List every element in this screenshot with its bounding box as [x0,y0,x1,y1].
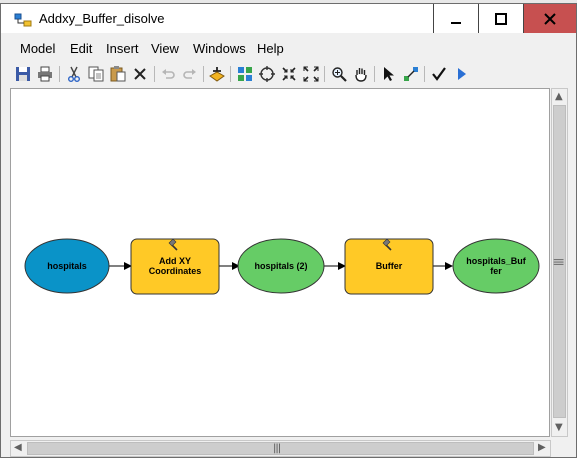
model-canvas[interactable]: hospitals Add XY Coordinates hospitals (… [10,88,550,437]
node-add-xy-label-line1: Add XY [159,256,191,266]
scroll-left-icon[interactable]: ◀ [14,442,22,453]
toolbar-separator [230,66,231,82]
auto-layout-button[interactable] [235,64,255,84]
minimize-icon [451,21,461,24]
maximize-icon [495,12,507,25]
select-icon [384,67,394,81]
toolbar [1,62,576,86]
undo-button[interactable] [158,64,178,84]
zoom-in-fixed-icon [282,67,296,81]
toolbar-separator [374,66,375,82]
scroll-down-icon[interactable]: ▼ [555,422,563,433]
zoom-button[interactable] [329,64,349,84]
vertical-scroll-thumb[interactable]: ||| [553,105,566,418]
full-extent-icon [259,66,275,82]
print-icon [38,66,52,82]
copy-button[interactable] [86,64,106,84]
print-button[interactable] [35,64,55,84]
validate-button[interactable] [429,64,449,84]
horizontal-scrollbar[interactable]: ◀ ||| ▶ [10,440,551,457]
model-builder-icon [14,13,32,27]
zoom-out-fixed-button[interactable] [301,64,321,84]
minimize-button[interactable] [433,4,478,33]
paste-icon [110,66,126,82]
zoom-in-fixed-button[interactable] [279,64,299,84]
cut-button[interactable] [64,64,84,84]
save-icon [16,67,30,81]
undo-icon [162,69,175,79]
full-extent-button[interactable] [257,64,277,84]
close-icon [544,12,556,25]
scroll-corner [551,440,568,457]
validate-icon [432,67,446,81]
zoom-icon [332,67,347,82]
add-data-button[interactable] [207,64,227,84]
node-add-xy-label-line2: Coordinates [149,266,202,276]
node-hospitals-2-label: hospitals (2) [254,261,307,271]
menu-bar: Model Edit Insert View Windows Help [1,38,576,60]
scroll-up-icon[interactable]: ▲ [555,91,563,102]
zoom-out-fixed-icon [303,66,319,82]
paste-button[interactable] [108,64,128,84]
menu-insert[interactable]: Insert [106,41,139,56]
run-button[interactable] [451,64,471,84]
pan-icon [355,68,367,82]
maximize-button[interactable] [478,4,523,33]
node-hospitals-buffer-label-line2: fer [490,266,502,276]
toolbar-separator [203,66,204,82]
menu-model[interactable]: Model [20,41,55,56]
window-title: Addxy_Buffer_disolve [39,11,165,26]
title-bar[interactable]: Addxy_Buffer_disolve [1,4,576,33]
run-icon [458,68,466,80]
scroll-grip: ||| [553,257,565,266]
add-data-icon [209,67,225,82]
menu-edit[interactable]: Edit [70,41,92,56]
model-builder-window: Addxy_Buffer_disolve Model Edit Insert V… [0,3,577,458]
copy-icon [88,66,104,82]
menu-view[interactable]: View [151,41,179,56]
model-diagram: hospitals Add XY Coordinates hospitals (… [24,238,540,295]
toolbar-separator [59,66,60,82]
auto-layout-icon [238,67,252,81]
delete-icon [134,68,146,80]
toolbar-separator [324,66,325,82]
horizontal-scroll-thumb[interactable]: ||| [27,442,534,455]
redo-button[interactable] [180,64,200,84]
redo-icon [183,69,196,79]
menu-help[interactable]: Help [257,41,284,56]
pan-button[interactable] [351,64,371,84]
save-button[interactable] [13,64,33,84]
select-button[interactable] [379,64,399,84]
connect-button[interactable] [401,64,421,84]
menu-windows[interactable]: Windows [193,41,246,56]
node-hospitals-label: hospitals [47,261,87,271]
cut-icon [68,66,80,82]
scroll-right-icon[interactable]: ▶ [538,442,546,453]
vertical-scrollbar[interactable]: ▲ ||| ▼ [551,88,568,437]
node-buffer-label: Buffer [376,261,403,271]
scroll-grip: ||| [273,443,281,454]
connect-icon [404,67,418,81]
delete-button[interactable] [130,64,150,84]
toolbar-separator [154,66,155,82]
node-hospitals-buffer-label-line1: hospitals_Buf [466,256,527,266]
toolbar-separator [424,66,425,82]
close-button[interactable] [523,4,576,33]
